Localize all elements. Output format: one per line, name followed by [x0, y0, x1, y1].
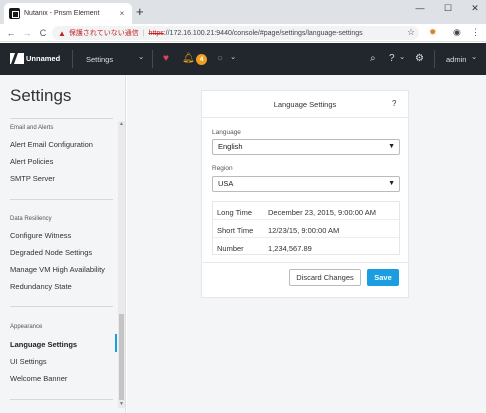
extension-icon[interactable]: ✹	[429, 27, 437, 38]
url-separator: |	[142, 29, 145, 37]
format-preview-table: Long Time December 23, 2015, 9:00:00 AM …	[212, 201, 400, 255]
table-row: Long Time December 23, 2015, 9:00:00 AM	[213, 202, 399, 220]
sidebar-item-alert-email-configuration[interactable]: Alert Email Configuration	[10, 140, 93, 149]
nutanix-logo[interactable]: Unnamed	[10, 53, 60, 64]
sidebar-group-heading: Data Resiliency	[10, 216, 52, 222]
alert-count-badge[interactable]: 4	[196, 54, 207, 65]
sidebar-divider	[10, 306, 113, 307]
sidebar-divider	[10, 118, 113, 119]
tasks-chevron-icon[interactable]: ⌄	[230, 52, 236, 61]
minimize-icon[interactable]: —	[413, 3, 427, 13]
header-divider	[72, 50, 73, 68]
user-chevron-icon[interactable]: ⌄	[471, 52, 477, 61]
sidebar-item-redundancy-state[interactable]: Redundancy State	[10, 282, 72, 291]
tab-title: Nutanix - Prism Element	[24, 10, 100, 17]
discard-changes-button[interactable]: Discard Changes	[289, 269, 361, 286]
back-icon[interactable]: ←	[4, 28, 18, 38]
scroll-down-icon[interactable]: ▼	[118, 401, 125, 408]
sidebar-item-smtp-server[interactable]: SMTP Server	[10, 174, 55, 183]
health-heart-icon[interactable]: ♥	[163, 53, 169, 64]
active-indicator	[115, 334, 117, 352]
section-menu[interactable]: Settings	[86, 55, 113, 64]
language-value: English	[218, 142, 243, 151]
language-settings-panel	[201, 90, 409, 298]
security-warning: 保護されていない通信	[68, 30, 139, 37]
url-scheme: https	[148, 29, 164, 37]
header-divider	[434, 50, 435, 68]
profile-icon[interactable]: ◉	[453, 27, 461, 38]
language-label: Language	[212, 129, 241, 136]
format-value: 12/23/15, 9:00:00 AM	[268, 226, 340, 235]
nutanix-favicon-icon	[9, 8, 20, 19]
sidebar-item-ui-settings[interactable]: UI Settings	[10, 357, 47, 366]
section-chevron-icon[interactable]: ⌄	[138, 52, 144, 61]
sidebar-group-heading: Appearance	[10, 324, 43, 330]
format-key: Number	[217, 244, 244, 253]
tasks-circle-icon[interactable]: ○	[217, 53, 223, 64]
region-value: USA	[218, 179, 234, 188]
chevron-down-icon: ▼	[388, 143, 395, 150]
sidebar-divider	[10, 399, 113, 400]
scroll-up-icon[interactable]: ▲	[118, 121, 125, 128]
user-menu[interactable]: admin	[446, 55, 466, 64]
nutanix-logo-icon	[10, 53, 24, 64]
panel-title: Language Settings	[273, 100, 337, 109]
save-button[interactable]: Save	[367, 269, 399, 286]
region-label: Region	[212, 165, 233, 172]
new-tab-button[interactable]: +	[136, 4, 144, 19]
help-icon[interactable]: ?	[389, 53, 395, 64]
chevron-down-icon: ▼	[388, 180, 395, 187]
panel-divider	[201, 262, 409, 263]
scrollbar-thumb[interactable]	[119, 314, 124, 400]
sidebar-item-configure-witness[interactable]: Configure Witness	[10, 231, 71, 240]
reload-icon[interactable]: C	[36, 28, 50, 38]
tab-close-icon[interactable]: ×	[117, 9, 127, 18]
cluster-name: Unnamed	[26, 54, 61, 63]
url-path: ://172.16.100.21:9440/console/#page/sett…	[163, 29, 363, 37]
sidebar-item-alert-policies[interactable]: Alert Policies	[10, 157, 53, 166]
format-key: Short Time	[217, 226, 254, 235]
sidebar-item-manage-vm-high-availability[interactable]: Manage VM High Availability	[10, 265, 105, 274]
menu-icon[interactable]: ⋮	[471, 27, 480, 38]
sidebar-item-degraded-node-settings[interactable]: Degraded Node Settings	[10, 248, 92, 257]
sidebar-item-language-settings[interactable]: Language Settings	[10, 340, 77, 349]
address-bar[interactable]: ▲ 保護されていない通信 | https ://172.16.100.21:94…	[52, 26, 419, 40]
warning-icon: ▲	[58, 28, 66, 38]
format-key: Long Time	[217, 208, 253, 217]
sidebar-divider	[10, 199, 113, 200]
search-icon[interactable]: ⌕	[370, 53, 376, 64]
table-row: Short Time 12/23/15, 9:00:00 AM	[213, 220, 399, 238]
maximize-icon[interactable]: ☐	[441, 3, 455, 14]
sidebar-group-heading: Email and Alerts	[10, 125, 54, 131]
format-value: 1,234,567.89	[268, 244, 312, 253]
help-chevron-icon[interactable]: ⌄	[399, 52, 405, 61]
language-select[interactable]: English ▼	[212, 139, 400, 155]
help-icon[interactable]: ?	[392, 99, 396, 108]
format-value: December 23, 2015, 9:00:00 AM	[268, 208, 376, 217]
gear-icon[interactable]: ⚙	[415, 53, 424, 64]
bookmark-star-icon[interactable]: ☆	[407, 27, 415, 38]
page-title: Settings	[10, 86, 72, 105]
header-divider	[152, 50, 153, 68]
forward-icon[interactable]: →	[20, 28, 34, 38]
close-window-icon[interactable]: ✕	[468, 3, 482, 14]
table-row: Number 1,234,567.89	[213, 238, 399, 256]
browser-tab[interactable]: Nutanix - Prism Element ×	[4, 3, 132, 24]
panel-divider	[201, 117, 409, 118]
alerts-bell-icon[interactable]: 🔔︎	[182, 53, 195, 64]
region-select[interactable]: USA ▼	[212, 176, 400, 192]
sidebar-item-welcome-banner[interactable]: Welcome Banner	[10, 374, 67, 383]
